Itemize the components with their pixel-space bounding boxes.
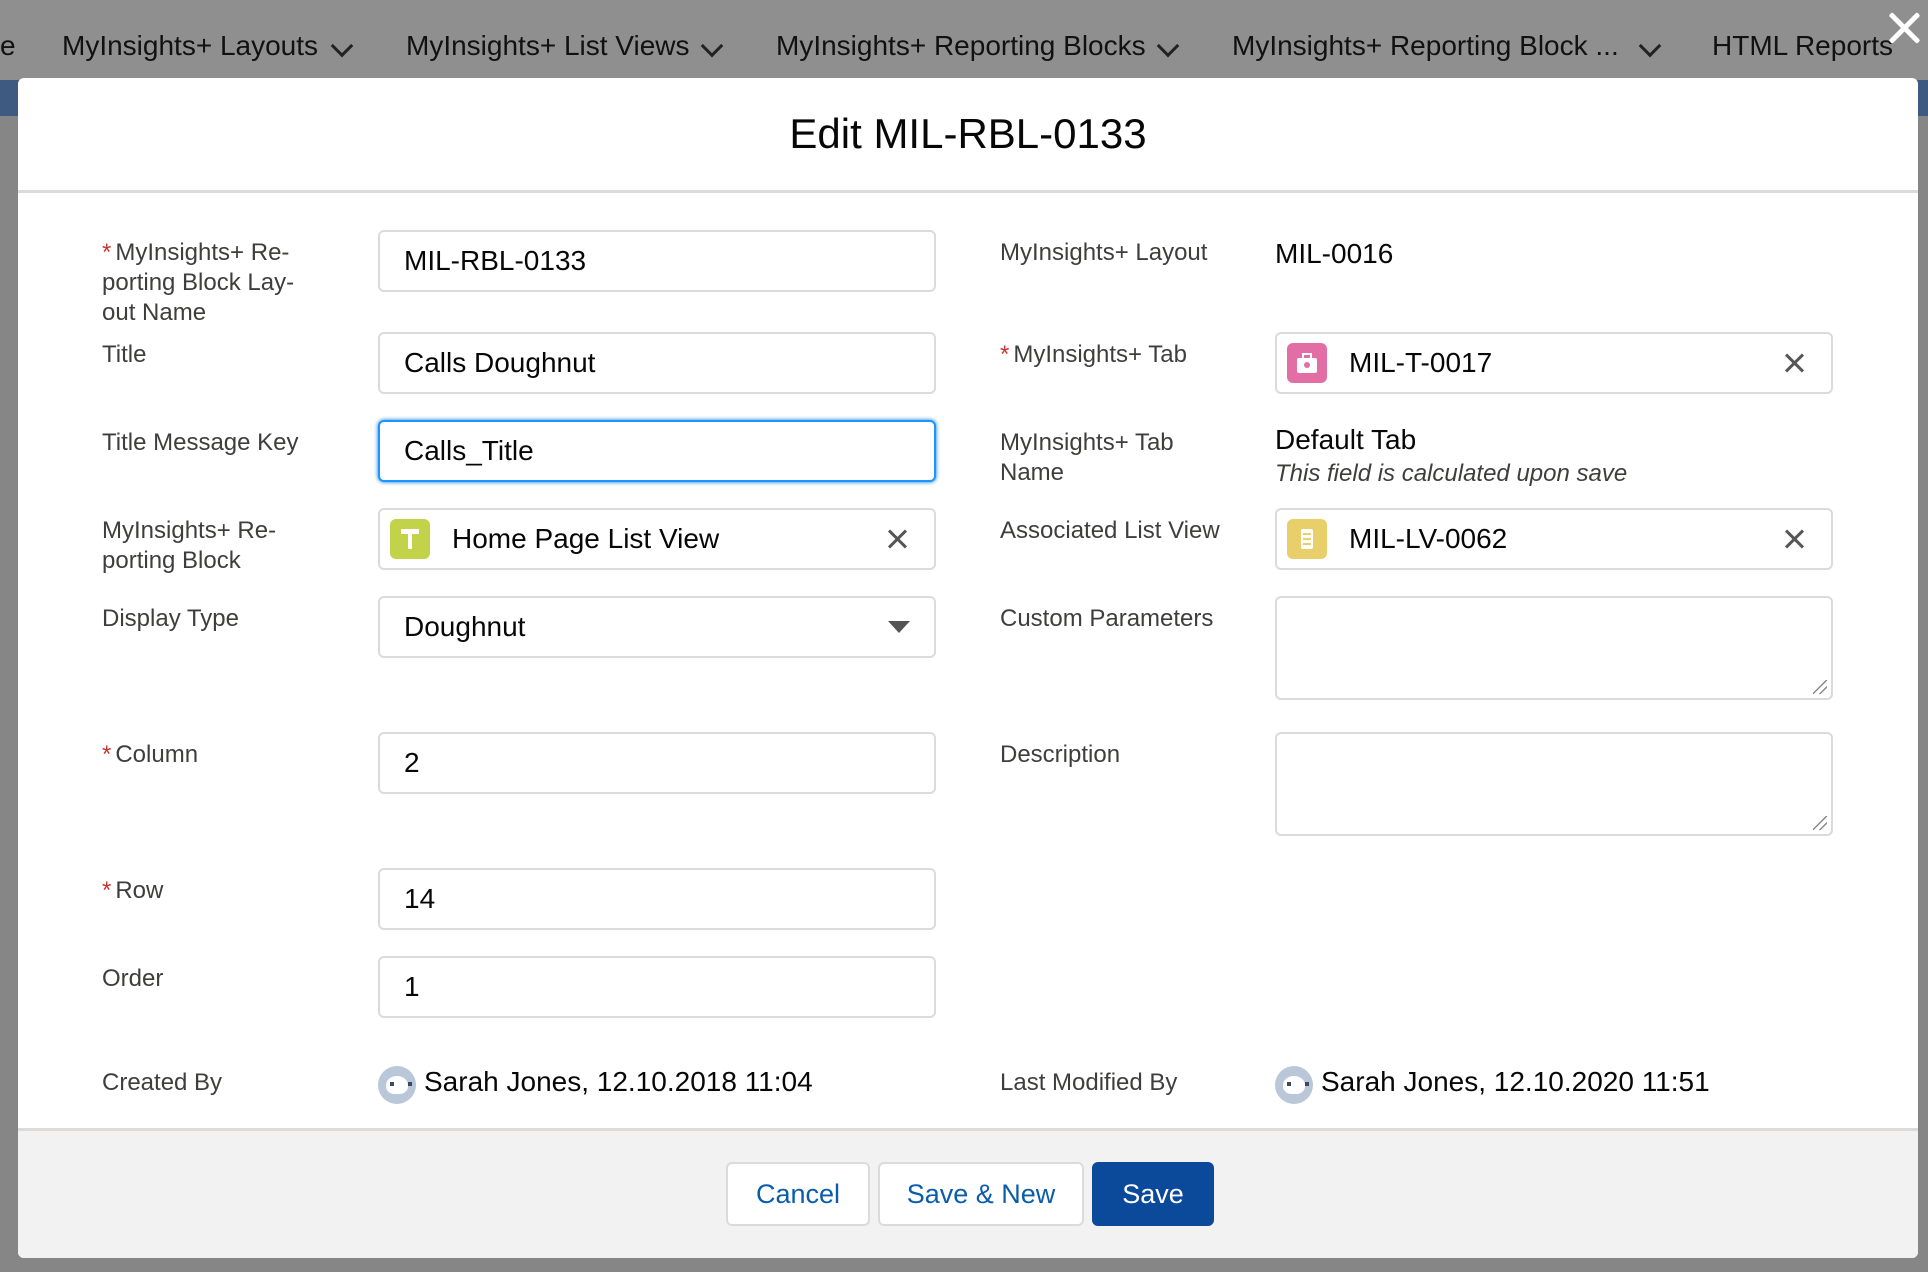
title-label: Title [102, 341, 147, 368]
tab-reporting-blocks[interactable]: MyInsights+ Reporting Blocks [776, 30, 1146, 62]
created-by-label: Created By [102, 1069, 223, 1096]
list-view-lookup[interactable]: MIL-LV-0062 [1275, 508, 1833, 570]
required-marker: * [102, 239, 112, 266]
tab-layouts[interactable]: MyInsights+ Layouts [62, 30, 318, 62]
title-field[interactable] [378, 332, 936, 394]
reporting-block-icon [390, 519, 430, 559]
caret-down-icon[interactable] [888, 621, 910, 633]
layout-name-field[interactable] [378, 230, 936, 292]
custom-parameters-label: Custom Parameters [1000, 605, 1214, 632]
background-tab-bar: e MyInsights+ Layouts MyInsights+ List V… [0, 0, 1928, 80]
row-label: * Row [102, 877, 164, 904]
order-label: Order [102, 965, 164, 992]
row-input[interactable] [404, 883, 910, 915]
reporting-block-value: Home Page List View [452, 523, 720, 554]
created-by-value: Sarah Jones, 12.10.2018 11:04 [424, 1066, 813, 1097]
chevron-down-icon[interactable] [330, 34, 354, 58]
tab-list-views[interactable]: MyInsights+ List Views [406, 30, 690, 62]
description-textarea[interactable] [1275, 732, 1833, 836]
title-message-key-input[interactable] [404, 435, 910, 467]
modal-title: Edit MIL-RBL-0133 [789, 110, 1147, 157]
order-field[interactable] [378, 956, 936, 1018]
modal-header: Edit MIL-RBL-0133 [18, 78, 1918, 193]
custom-parameters-textarea[interactable] [1275, 596, 1833, 700]
required-marker: * [102, 877, 112, 904]
close-icon[interactable] [1882, 6, 1926, 50]
edit-modal: Edit MIL-RBL-0133 * MyInsights+ Re-portin… [18, 78, 1918, 1258]
clear-icon[interactable] [1783, 351, 1807, 375]
display-type-label: Display Type [102, 605, 239, 632]
clear-icon[interactable] [886, 527, 910, 551]
save-button[interactable]: Save [1092, 1162, 1214, 1226]
list-view-icon [1287, 519, 1327, 559]
tab-name-hint: This field is calculated upon save [1275, 460, 1628, 487]
reporting-block-lookup[interactable]: Home Page List View [378, 508, 936, 570]
column-field[interactable] [378, 732, 936, 794]
tab-icon [1287, 343, 1327, 383]
user-avatar [1275, 1066, 1313, 1104]
list-view-label: Associated List View [1000, 517, 1220, 544]
tab-name-label: MyInsights+ Tab Name [1000, 429, 1174, 486]
title-input[interactable] [404, 347, 910, 379]
column-label: * Column [102, 741, 199, 768]
order-input[interactable] [404, 971, 910, 1003]
tab-label: * MyInsights+ Tab [1000, 341, 1187, 368]
chevron-down-icon[interactable] [700, 34, 724, 58]
required-marker: * [102, 741, 112, 768]
required-marker: * [1000, 341, 1010, 368]
layout-label: MyInsights+ Layout [1000, 239, 1208, 266]
tab-reporting-block-layouts[interactable]: MyInsights+ Reporting Block ... [1232, 30, 1619, 62]
reporting-block-label: MyInsights+ Re-porting Block [102, 517, 277, 574]
layout-name-input[interactable] [404, 245, 910, 277]
display-type-select[interactable]: Doughnut [378, 596, 936, 658]
layout-name-label: * MyInsights+ Re-porting Block Lay-out Na… [102, 239, 295, 326]
last-modified-by-label: Last Modified By [1000, 1069, 1178, 1096]
user-avatar [378, 1066, 416, 1104]
column-input[interactable] [404, 747, 910, 779]
tab-value: MIL-T-0017 [1349, 347, 1493, 378]
description-label: Description [1000, 741, 1121, 768]
resize-handle-icon[interactable] [1813, 816, 1827, 830]
cancel-button[interactable]: Cancel [726, 1162, 870, 1226]
tab-html-reports[interactable]: HTML Reports [1712, 30, 1893, 62]
row-field[interactable] [378, 868, 936, 930]
resize-handle-icon[interactable] [1813, 680, 1827, 694]
title-message-key-field[interactable] [378, 420, 936, 482]
clear-icon[interactable] [1783, 527, 1807, 551]
display-type-value: Doughnut [404, 611, 526, 642]
list-view-value: MIL-LV-0062 [1349, 523, 1508, 554]
chevron-down-icon[interactable] [1156, 34, 1180, 58]
tab-lookup[interactable]: MIL-T-0017 [1275, 332, 1833, 394]
tab-partial[interactable]: e [0, 30, 16, 62]
title-message-key-label: Title Message Key [102, 429, 299, 456]
chevron-down-icon[interactable] [1638, 34, 1662, 58]
last-modified-by-value: Sarah Jones, 12.10.2020 11:51 [1321, 1066, 1710, 1097]
save-and-new-button[interactable]: Save & New [878, 1162, 1084, 1226]
tab-name-value: Default Tab [1275, 424, 1417, 455]
layout-value[interactable]: MIL-0016 [1275, 238, 1393, 270]
